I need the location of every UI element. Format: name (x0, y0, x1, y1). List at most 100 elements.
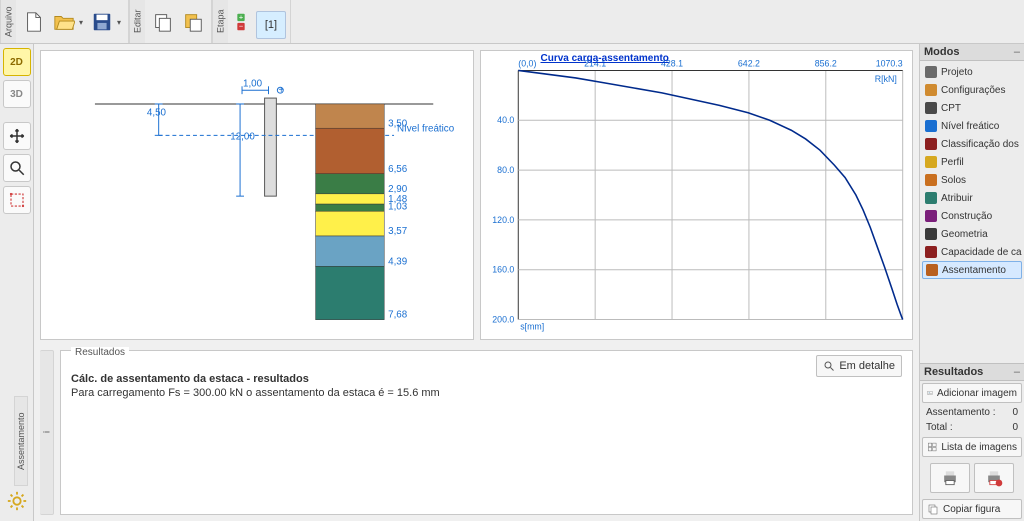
mode-label: Atribuir (941, 193, 973, 204)
results-line-1: Para carregamento Fs = 300.00 kN o assen… (71, 387, 902, 399)
print-button[interactable] (930, 463, 970, 493)
svg-text:R[kN]: R[kN] (874, 74, 896, 84)
svg-text:(0,0): (0,0) (518, 59, 536, 69)
toolbar-group-editar: Editar (129, 0, 145, 43)
svg-text:642.2: 642.2 (737, 59, 759, 69)
mode-item-perfil[interactable]: Perfil (922, 153, 1022, 171)
mode-label: Capacidade de carga (941, 247, 1022, 258)
toolbar-group-etapa: Etapa (212, 0, 228, 43)
mode-item-assentamento[interactable]: Assentamento (922, 261, 1022, 279)
view-2d-button[interactable]: 2D (3, 48, 31, 76)
mode-item-geometria[interactable]: Geometria (922, 225, 1022, 243)
results-box: Em detalhe Resultados Cálc. de assentame… (60, 350, 913, 515)
toolbar-group-arquivo: Arquivo (0, 0, 16, 43)
svg-text:s[mm]: s[mm] (520, 321, 544, 331)
collapse-modes-icon[interactable]: – (1014, 46, 1020, 58)
zoom-button[interactable] (3, 154, 31, 182)
modes-header: Modos– (920, 44, 1024, 61)
stage-1-button[interactable]: [1] (256, 11, 286, 39)
svg-text:80.0: 80.0 (497, 165, 514, 175)
svg-text:3,57: 3,57 (388, 226, 407, 237)
mode-label: CPT (941, 103, 961, 114)
open-file-button[interactable] (50, 7, 78, 37)
toolbar-group-stage: +− [1] (228, 0, 291, 43)
assentamento-icon (926, 264, 938, 276)
collapse-resultados-icon[interactable]: – (1014, 366, 1020, 378)
svg-text:12,00: 12,00 (230, 131, 255, 142)
solos-icon (925, 174, 937, 186)
top-toolbar: Arquivo Editar Etapa +− [1] (0, 0, 1024, 44)
info-tab[interactable]: i (40, 350, 54, 515)
pan-button[interactable] (3, 122, 31, 150)
add-image-button[interactable]: Adicionar imagem (922, 383, 1022, 403)
row-total: Total :0 (920, 420, 1024, 435)
detail-button[interactable]: Em detalhe (816, 355, 902, 377)
nivel-icon (925, 120, 937, 132)
copy-button[interactable] (149, 7, 177, 37)
classif-icon (925, 138, 937, 150)
resultados-header: Resultados– (920, 364, 1024, 381)
toolbar-group-file (16, 0, 129, 43)
mode-item-atribuir[interactable]: Atribuir (922, 189, 1022, 207)
bottom-panel: i Em detalhe Resultados Cálc. de assenta… (34, 346, 919, 521)
print-pdf-button[interactable] (974, 463, 1014, 493)
svg-text:120.0: 120.0 (492, 215, 514, 225)
mode-item-projeto[interactable]: Projeto (922, 63, 1022, 81)
svg-text:6,56: 6,56 (388, 164, 408, 175)
svg-text:856.2: 856.2 (814, 59, 836, 69)
soil-view-panel: 1,00 + 4,50 Nível freático 12,00 3,506,5… (40, 50, 474, 340)
geometria-icon (925, 228, 937, 240)
results-legend: Resultados (71, 347, 129, 358)
chart-panel: Curva carga-assentamento (0,0)214.1428.1… (480, 50, 914, 340)
view-3d-button[interactable]: 3D (3, 80, 31, 108)
mode-label: Assentamento (942, 265, 1006, 276)
svg-text:4,39: 4,39 (388, 256, 407, 267)
mode-label: Construção (941, 211, 992, 222)
mode-item-construcao[interactable]: Construção (922, 207, 1022, 225)
save-file-button[interactable] (88, 7, 116, 37)
side-tab-assentamento[interactable]: Assentamento (14, 396, 28, 486)
row-assentamento: Assentamento :0 (920, 405, 1024, 420)
construcao-icon (925, 210, 937, 222)
svg-text:1,03: 1,03 (388, 201, 408, 212)
modes-list: Projeto Configurações CPT Nível freático Cla… (920, 61, 1024, 281)
mode-item-cpt[interactable]: CPT (922, 99, 1022, 117)
settings-gear-button[interactable] (3, 487, 31, 515)
mode-item-classif[interactable]: Classificação dos solos (922, 135, 1022, 153)
right-panel: Modos– Projeto Configurações CPT Nível freá… (919, 44, 1024, 521)
mode-label: Nível freático (941, 121, 999, 132)
soil-drawing: 1,00 + 4,50 Nível freático 12,00 3,506,5… (41, 51, 472, 335)
fit-button[interactable] (3, 186, 31, 214)
mode-label: Solos (941, 175, 966, 186)
svg-text:1070.3: 1070.3 (875, 59, 902, 69)
list-images-button[interactable]: Lista de imagens (922, 437, 1022, 457)
config-icon (925, 84, 937, 96)
copy-figure-button[interactable]: Copiar figura (922, 499, 1022, 519)
svg-text:200.0: 200.0 (492, 314, 514, 324)
mode-label: Perfil (941, 157, 964, 168)
svg-text:+: + (278, 85, 284, 96)
mode-item-capacidade[interactable]: Capacidade de carga (922, 243, 1022, 261)
svg-text:4,50: 4,50 (147, 108, 167, 119)
mode-label: Classificação dos solos (941, 139, 1022, 150)
atribuir-icon (925, 192, 937, 204)
svg-text:1,00: 1,00 (243, 78, 263, 89)
new-file-button[interactable] (20, 7, 48, 37)
toolbar-group-edit (145, 0, 212, 43)
mode-item-nivel[interactable]: Nível freático (922, 117, 1022, 135)
mode-item-config[interactable]: Configurações (922, 81, 1022, 99)
svg-text:3,50: 3,50 (388, 118, 408, 129)
results-title: Cálc. de assentamento da estaca - result… (71, 373, 902, 385)
mode-item-solos[interactable]: Solos (922, 171, 1022, 189)
mode-label: Projeto (941, 67, 973, 78)
svg-text:160.0: 160.0 (492, 265, 514, 275)
mode-label: Configurações (941, 85, 1005, 96)
chart-title: Curva carga-assentamento (541, 53, 669, 64)
svg-text:7,68: 7,68 (388, 310, 408, 321)
svg-text:+: + (239, 12, 243, 21)
mode-label: Geometria (941, 229, 988, 240)
projeto-icon (925, 66, 937, 78)
paste-button[interactable] (179, 7, 207, 37)
main-area: 1,00 + 4,50 Nível freático 12,00 3,506,5… (34, 44, 919, 521)
add-remove-stage-button[interactable]: +− (232, 7, 250, 37)
